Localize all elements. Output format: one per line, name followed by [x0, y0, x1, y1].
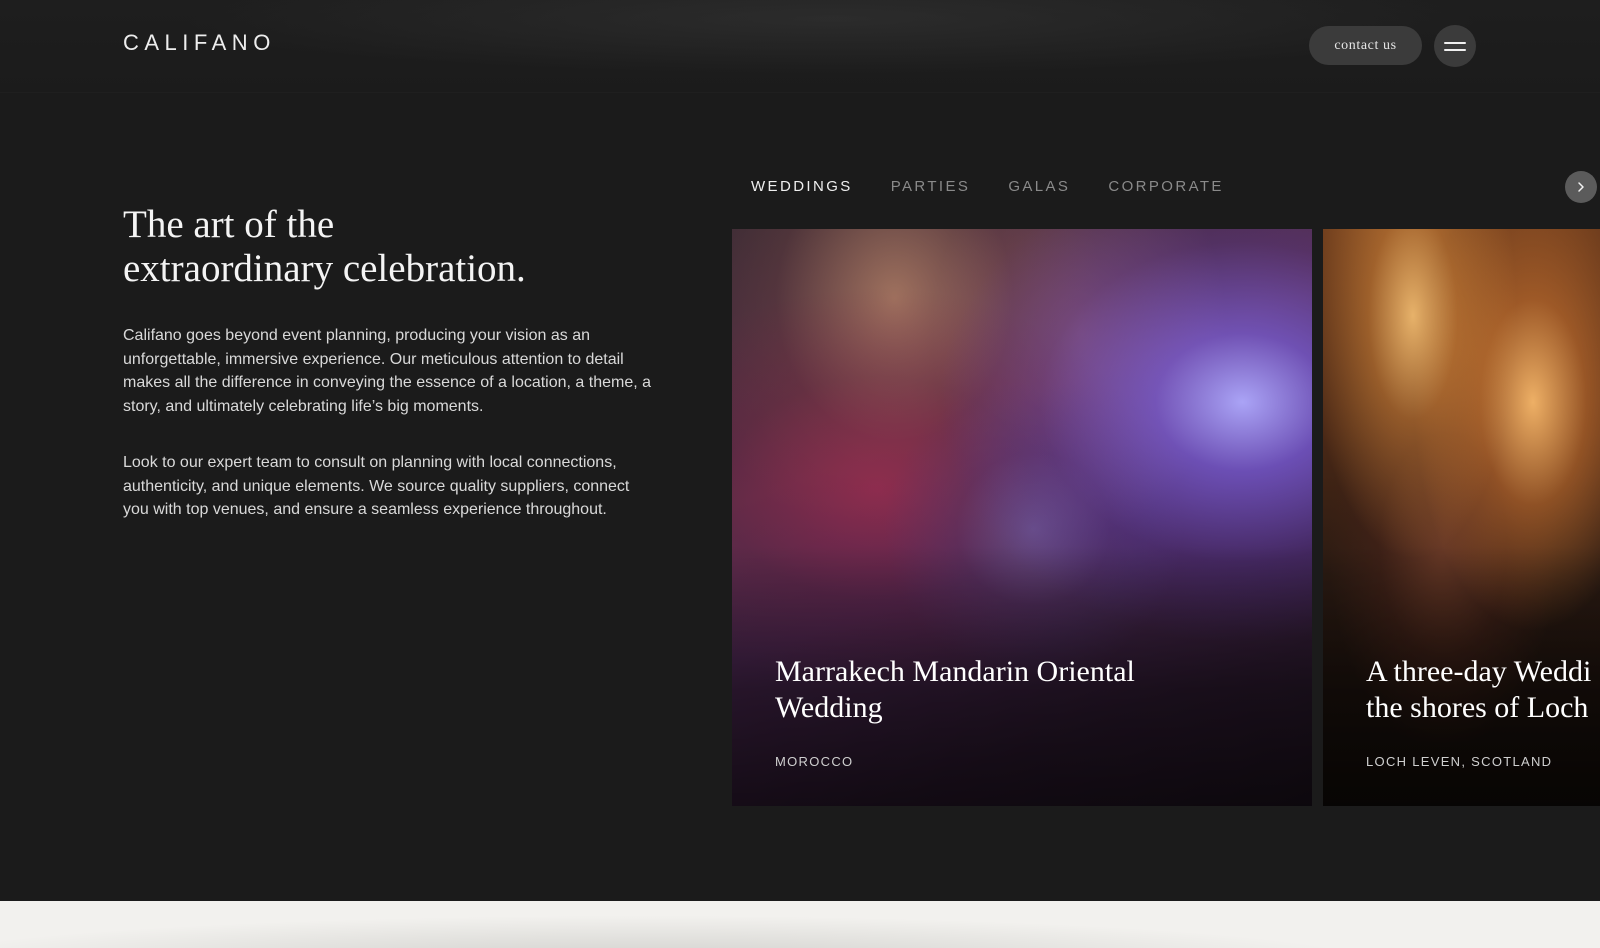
- tab-weddings[interactable]: WEDDINGS: [751, 178, 853, 196]
- event-card-marrakech[interactable]: Marrakech Mandarin Oriental Wedding MORO…: [732, 229, 1312, 806]
- hamburger-menu-icon: [1444, 39, 1466, 53]
- card-location: LOCH LEVEN, SCOTLAND: [1366, 754, 1553, 769]
- card-title: Marrakech Mandarin Oriental Wedding: [775, 655, 1135, 724]
- intro-paragraph-1: Califano goes beyond event planning, pro…: [123, 327, 652, 415]
- califano-logo[interactable]: CALIFANO: [123, 30, 276, 56]
- chevron-right-icon: [1578, 182, 1584, 192]
- tab-galas[interactable]: GALAS: [1008, 178, 1070, 196]
- card-title: A three-day Weddi the shores of Loch: [1366, 654, 1600, 726]
- card-title-line-2: the shores of Loch: [1366, 691, 1589, 724]
- intro-heading-line-1: The art of the: [123, 203, 335, 246]
- intro-heading-line-2: extraordinary celebration.: [123, 247, 526, 290]
- card-location: MOROCCO: [775, 754, 854, 769]
- menu-button[interactable]: [1434, 25, 1476, 67]
- event-card-loch-leven[interactable]: A three-day Weddi the shores of Loch LOC…: [1323, 229, 1600, 806]
- intro-paragraph-2: Look to our expert team to consult on pl…: [123, 454, 630, 518]
- carousel-next-button[interactable]: [1565, 171, 1597, 203]
- tab-corporate[interactable]: CORPORATE: [1108, 178, 1224, 196]
- intro-heading: The art of the extraordinary celebration…: [123, 203, 683, 291]
- contact-us-button[interactable]: contact us: [1309, 26, 1422, 65]
- next-section-preview: [0, 901, 1600, 948]
- card-title-line-1: A three-day Weddi: [1366, 655, 1592, 688]
- category-tabs: WEDDINGS PARTIES GALAS CORPORATE: [751, 178, 1262, 196]
- tab-parties[interactable]: PARTIES: [891, 178, 971, 196]
- site-header: CALIFANO contact us: [0, 0, 1600, 92]
